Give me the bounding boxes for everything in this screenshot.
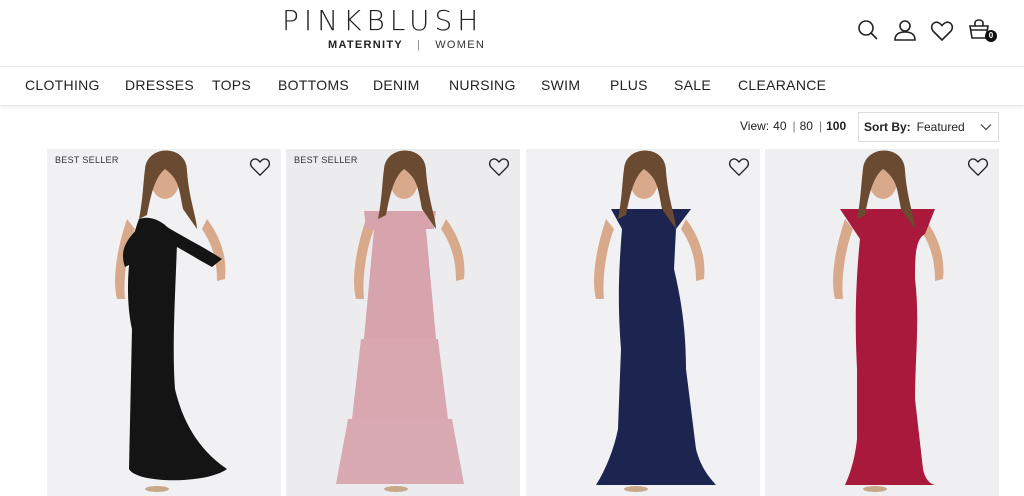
product-card[interactable] <box>765 149 999 496</box>
best-seller-badge: BEST SELLER <box>294 155 358 165</box>
view-option-80[interactable]: 80 <box>800 119 813 133</box>
view-count-selector: View: 40 | 80 | 100 <box>740 119 850 133</box>
wishlist-heart-icon[interactable] <box>488 157 510 177</box>
view-label: View: <box>740 119 770 133</box>
nav-item-clothing[interactable]: CLOTHING <box>25 77 100 93</box>
best-seller-badge: BEST SELLER <box>55 155 119 165</box>
store-switcher: MATERNITY | WOMEN <box>328 39 485 51</box>
maternity-link[interactable]: MATERNITY <box>328 39 403 51</box>
product-image[interactable] <box>286 149 520 496</box>
sort-dropdown[interactable]: Sort By: Featured <box>858 112 999 142</box>
product-image[interactable] <box>47 149 281 496</box>
nav-item-nursing[interactable]: NURSING <box>449 77 516 93</box>
site-header: PINKBLUSH MATERNITY | WOMEN 0 <box>0 0 1024 66</box>
cart-icon[interactable]: 0 <box>967 18 997 42</box>
sort-label: Sort By: <box>864 120 911 134</box>
nav-item-swim[interactable]: SWIM <box>541 77 580 93</box>
nav-item-dresses[interactable]: DRESSES <box>125 77 194 93</box>
sort-value: Featured <box>916 120 965 134</box>
chevron-down-icon <box>980 124 992 131</box>
view-option-40[interactable]: 40 <box>773 119 786 133</box>
view-option-100[interactable]: 100 <box>826 119 846 133</box>
nav-item-clearance[interactable]: CLEARANCE <box>738 77 826 93</box>
user-icon[interactable] <box>893 18 917 42</box>
wishlist-heart-icon[interactable] <box>728 157 750 177</box>
cart-count-badge: 0 <box>985 30 997 42</box>
women-link[interactable]: WOMEN <box>435 39 485 51</box>
product-card[interactable]: BEST SELLER <box>47 149 281 496</box>
main-nav: CLOTHING DRESSES TOPS BOTTOMS DENIM NURS… <box>0 66 1024 106</box>
nav-item-tops[interactable]: TOPS <box>212 77 251 93</box>
heart-icon[interactable] <box>930 19 954 43</box>
store-separator: | <box>417 39 422 51</box>
view-separator: | <box>818 119 823 133</box>
product-card[interactable]: BEST SELLER <box>286 149 520 496</box>
view-separator: | <box>792 119 796 133</box>
nav-item-plus[interactable]: PLUS <box>610 77 648 93</box>
brand-logo[interactable]: PINKBLUSH <box>282 4 483 37</box>
nav-item-sale[interactable]: SALE <box>674 77 711 93</box>
nav-item-denim[interactable]: DENIM <box>373 77 420 93</box>
search-icon[interactable] <box>856 18 880 42</box>
nav-item-bottoms[interactable]: BOTTOMS <box>278 77 349 93</box>
wishlist-heart-icon[interactable] <box>967 157 989 177</box>
product-card[interactable] <box>526 149 760 496</box>
product-image[interactable] <box>526 149 760 496</box>
product-image[interactable] <box>765 149 999 496</box>
wishlist-heart-icon[interactable] <box>249 157 271 177</box>
